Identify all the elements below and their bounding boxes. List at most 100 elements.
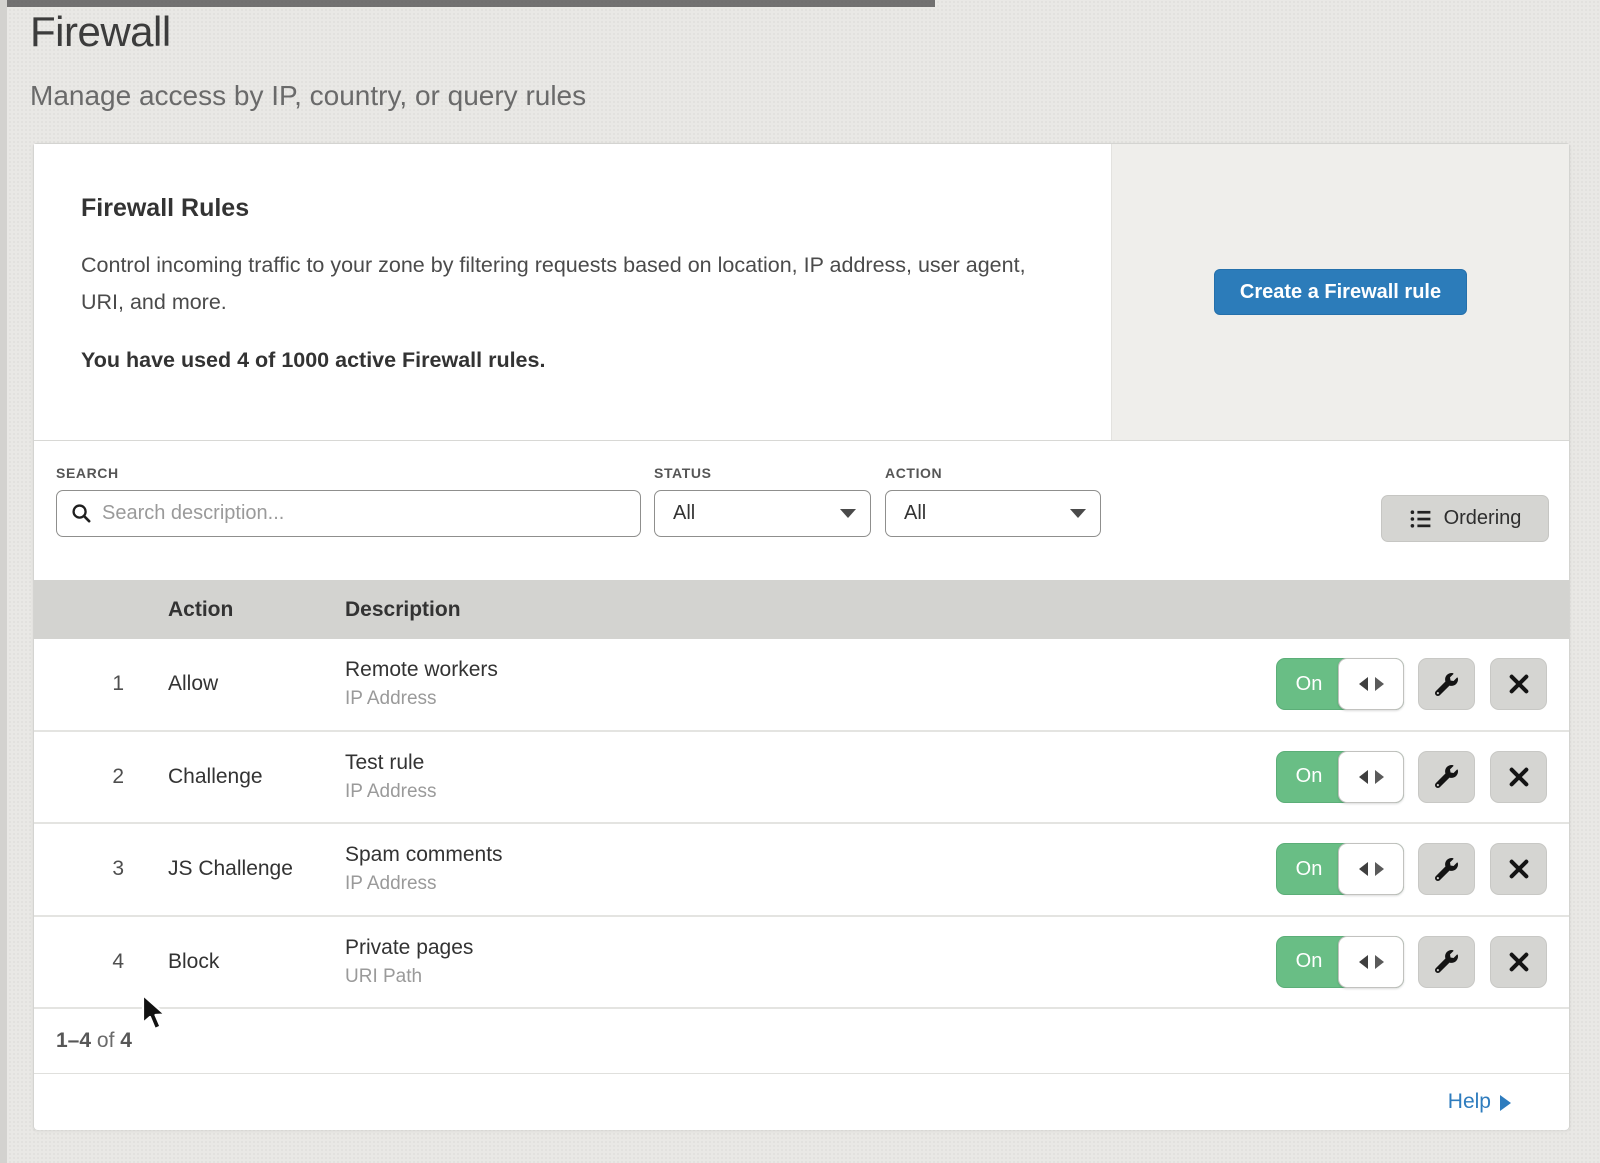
status-select[interactable]: All [654,490,871,537]
rule-controls: On [1276,843,1547,895]
card-footer: Help [34,1074,1569,1130]
rule-match-type: URI Path [345,966,1276,988]
rule-enabled-toggle[interactable]: On [1276,936,1404,988]
search-placeholder: Search description... [102,502,284,525]
edit-rule-button[interactable] [1418,751,1475,803]
pagination-total: 4 [120,1029,132,1053]
wrench-icon [1435,765,1458,788]
toggle-on-label: On [1277,752,1341,802]
frame-artifact-top [0,0,935,7]
toggle-handle[interactable] [1338,658,1404,710]
overview-text: Firewall Rules Control incoming traffic … [34,144,1111,440]
search-label: SEARCH [56,465,641,481]
toggle-handle[interactable] [1338,843,1404,895]
caret-right-icon [1375,862,1384,876]
section-description: Control incoming traffic to your zone by… [81,247,1041,320]
ordering-button-label: Ordering [1444,507,1522,530]
close-icon [1508,766,1530,788]
rule-priority: 3 [34,857,168,881]
rule-enabled-toggle[interactable]: On [1276,658,1404,710]
toggle-on-label: On [1277,937,1341,987]
usage-summary: You have used 4 of 1000 active Firewall … [81,348,1063,373]
close-icon [1508,673,1530,695]
rule-description: Test rule [345,751,1276,775]
rule-controls: On [1276,658,1547,710]
edit-rule-button[interactable] [1418,843,1475,895]
search-input[interactable]: Search description... [56,490,641,537]
rule-enabled-toggle[interactable]: On [1276,751,1404,803]
filters-bar: SEARCH Search description... STATUS All … [34,441,1569,580]
edit-rule-button[interactable] [1418,658,1475,710]
help-link-label: Help [1448,1090,1491,1114]
wrench-icon [1435,950,1458,973]
chevron-down-icon [840,509,856,518]
action-filter-group: ACTION All [885,465,1101,537]
status-label: STATUS [654,465,871,481]
status-selected-value: All [669,502,840,525]
status-filter-group: STATUS All [654,465,871,537]
rules-list: 1 Allow Remote workers IP Address On [34,639,1569,1009]
rule-action: JS Challenge [168,857,345,881]
create-firewall-rule-button[interactable]: Create a Firewall rule [1214,269,1467,315]
edit-rule-button[interactable] [1418,936,1475,988]
pagination-range: 1–4 [56,1029,91,1053]
close-icon [1508,858,1530,880]
rule-description: Private pages [345,936,1276,960]
toggle-handle[interactable] [1338,751,1404,803]
search-filter-group: SEARCH Search description... [56,465,641,537]
rule-match-type: IP Address [345,781,1276,803]
toggle-on-label: On [1277,844,1341,894]
caret-left-icon [1359,955,1368,969]
rule-description: Spam comments [345,843,1276,867]
ordering-button[interactable]: Ordering [1381,495,1549,542]
column-header-action: Action [168,598,345,622]
caret-left-icon [1359,862,1368,876]
table-row: 2 Challenge Test rule IP Address On [34,732,1569,825]
close-icon [1508,951,1530,973]
caret-right-icon [1375,955,1384,969]
rule-description: Remote workers [345,658,1276,682]
create-rule-panel: Create a Firewall rule [1111,144,1569,440]
page-title: Firewall [30,8,171,56]
rule-description-cell: Private pages URI Path [345,936,1276,988]
rule-action: Allow [168,672,345,696]
rule-match-type: IP Address [345,688,1276,710]
pagination: 1–4 of 4 [34,1009,1569,1074]
toggle-handle[interactable] [1338,936,1404,988]
wrench-icon [1435,673,1458,696]
delete-rule-button[interactable] [1490,751,1547,803]
help-link[interactable]: Help [1448,1090,1511,1114]
overview-section: Firewall Rules Control incoming traffic … [34,144,1569,441]
table-row: 4 Block Private pages URI Path On [34,917,1569,1010]
rule-priority: 2 [34,765,168,789]
rule-match-type: IP Address [345,873,1276,895]
rule-enabled-toggle[interactable]: On [1276,843,1404,895]
rule-action: Challenge [168,765,345,789]
delete-rule-button[interactable] [1490,843,1547,895]
chevron-down-icon [1070,509,1086,518]
page-subtitle: Manage access by IP, country, or query r… [30,80,586,112]
wrench-icon [1435,858,1458,881]
caret-left-icon [1359,770,1368,784]
rule-priority: 4 [34,950,168,974]
firewall-rules-card: Firewall Rules Control incoming traffic … [33,143,1570,1130]
delete-rule-button[interactable] [1490,658,1547,710]
action-select[interactable]: All [885,490,1101,537]
rule-priority: 1 [34,672,168,696]
caret-left-icon [1359,677,1368,691]
action-selected-value: All [900,502,1070,525]
table-row: 1 Allow Remote workers IP Address On [34,639,1569,732]
frame-artifact-left [0,0,7,1163]
caret-right-icon [1375,677,1384,691]
search-icon [71,503,92,524]
section-heading: Firewall Rules [81,194,1063,223]
toggle-on-label: On [1277,659,1341,709]
rule-description-cell: Remote workers IP Address [345,658,1276,710]
column-header-description: Description [345,598,1569,622]
table-row: 3 JS Challenge Spam comments IP Address … [34,824,1569,917]
rule-description-cell: Spam comments IP Address [345,843,1276,895]
rule-controls: On [1276,751,1547,803]
caret-right-icon [1500,1095,1511,1111]
rule-controls: On [1276,936,1547,988]
delete-rule-button[interactable] [1490,936,1547,988]
